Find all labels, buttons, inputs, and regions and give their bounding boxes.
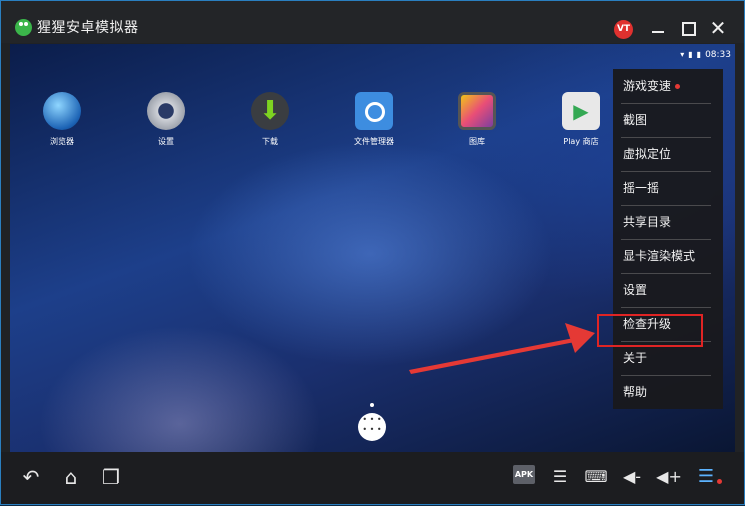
volume-down-icon[interactable]: ◀- xyxy=(619,464,645,490)
apk-install-button[interactable]: APK xyxy=(513,465,535,484)
bottom-toolbar: ↶ ⌂ ❐ APK ☰ ⌨ ◀- ◀+ ☰ xyxy=(1,452,744,504)
multi-window-icon[interactable]: ☰ xyxy=(547,464,573,490)
keyboard-icon[interactable]: ⌨ xyxy=(583,464,609,490)
annotation-arrow xyxy=(409,323,595,374)
emulator-window: 猩猩安卓模拟器 VT ✕ ▾ ▮ ▮ 08:33 浏览器 设置 下载 xyxy=(0,0,745,505)
menu-icon[interactable]: ☰ xyxy=(693,464,719,490)
menu-notification-dot xyxy=(717,479,722,484)
volume-up-icon[interactable]: ◀+ xyxy=(656,464,682,490)
home-icon[interactable]: ⌂ xyxy=(58,464,84,490)
arrow-shaft xyxy=(409,337,580,374)
back-icon[interactable]: ↶ xyxy=(18,464,44,490)
recent-apps-icon[interactable]: ❐ xyxy=(98,464,124,490)
arrow-head xyxy=(565,323,595,353)
